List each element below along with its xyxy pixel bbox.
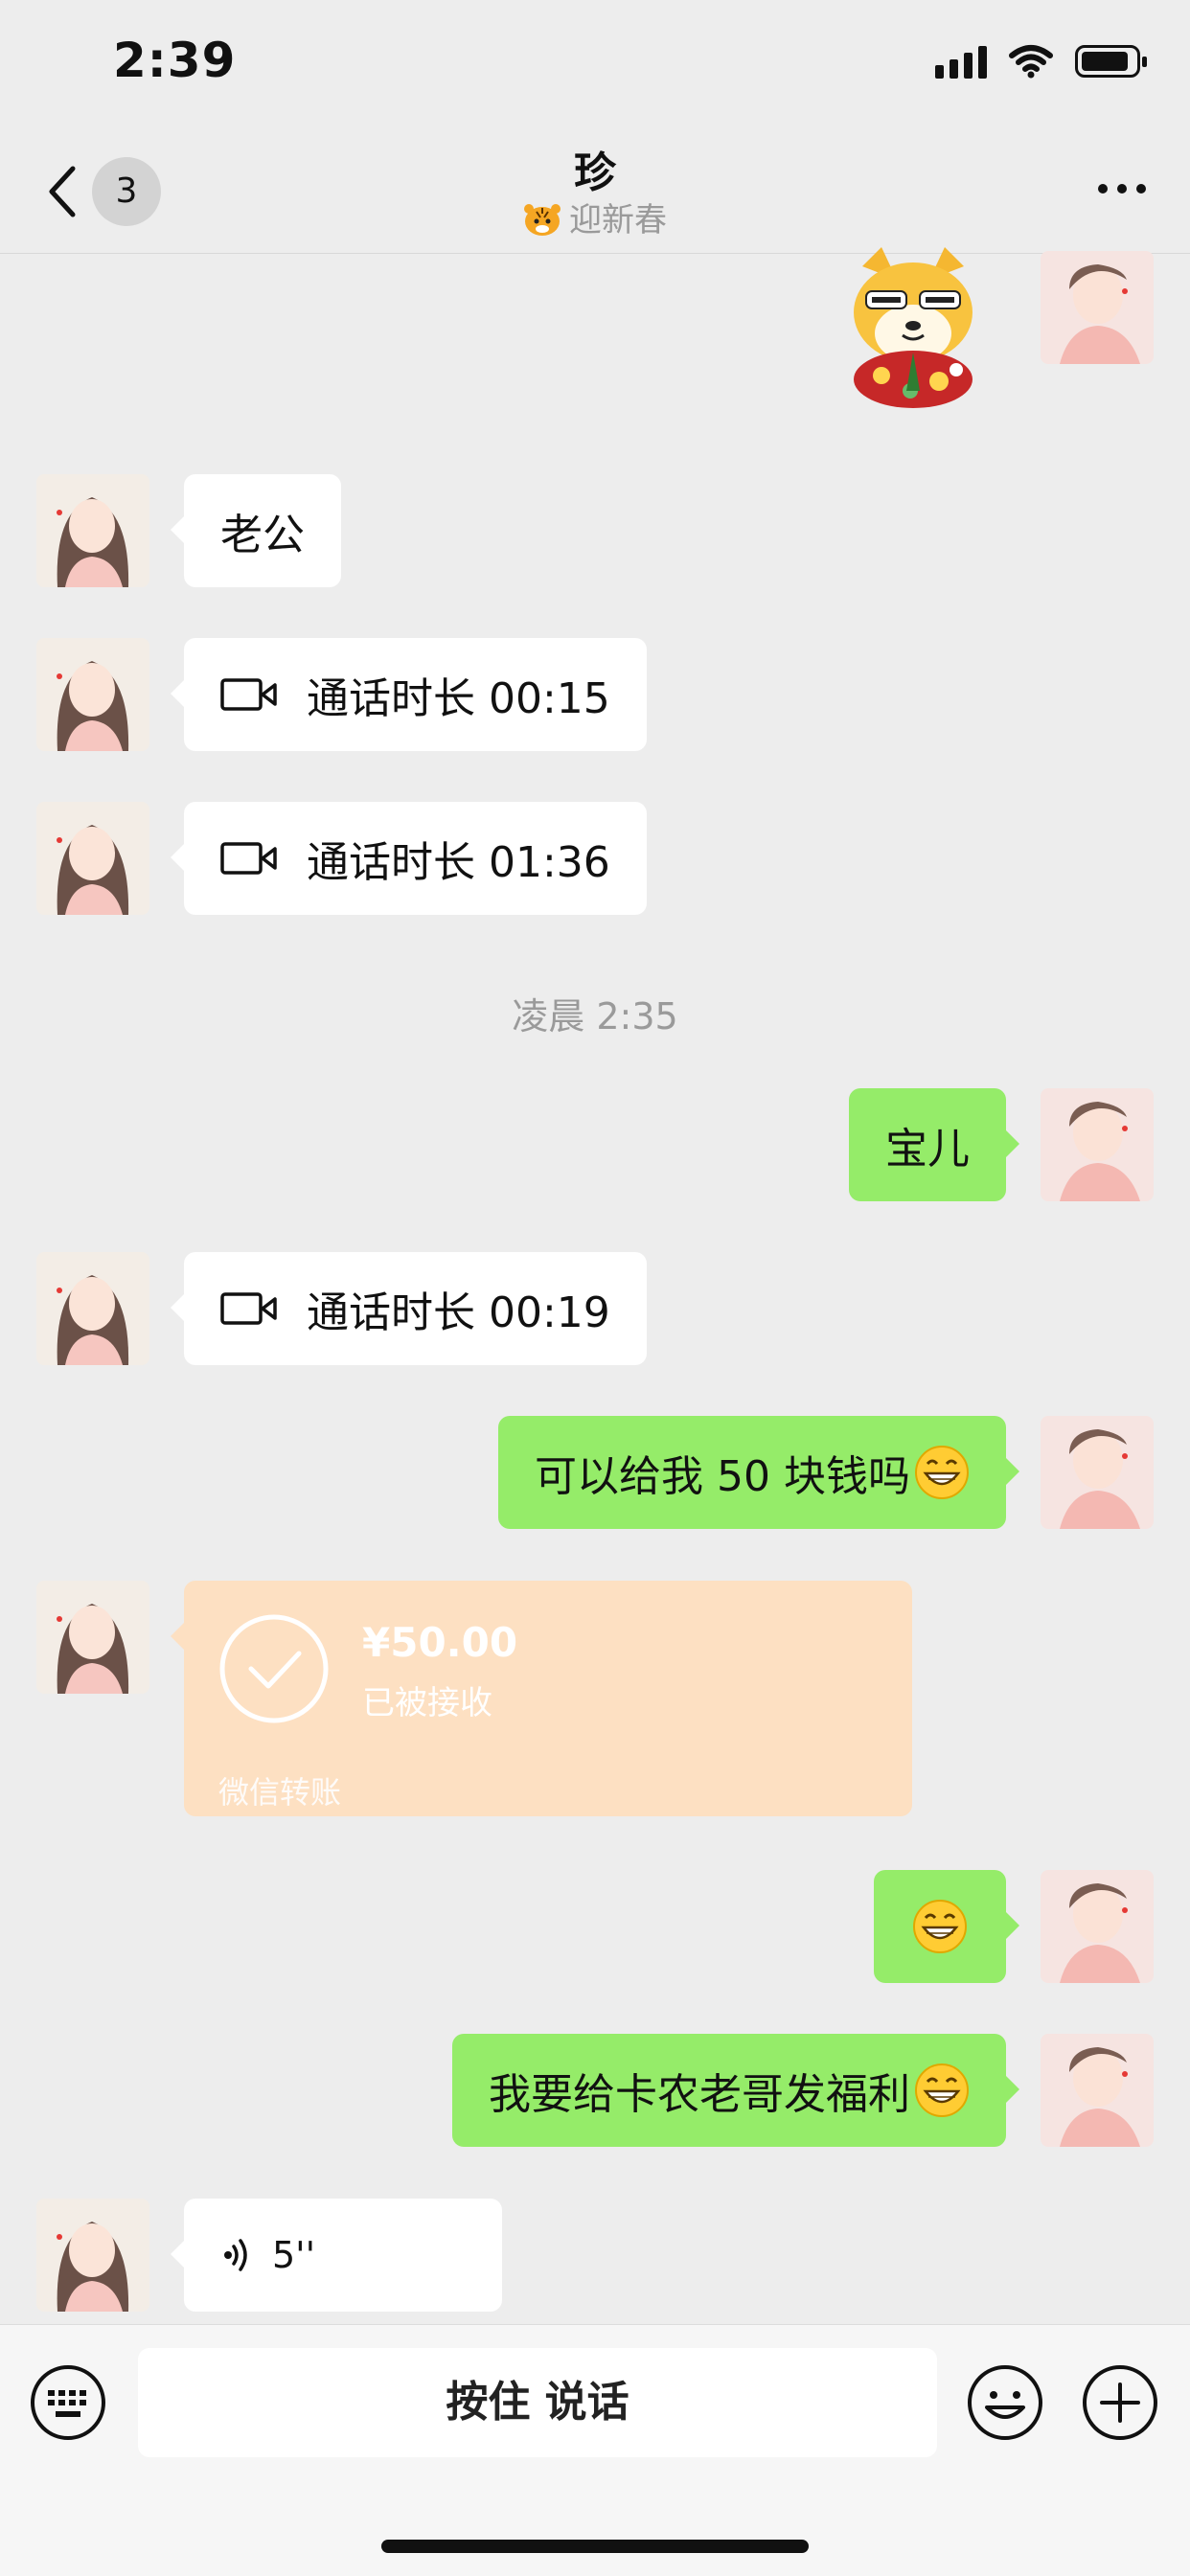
grin-emoji-icon bbox=[915, 2063, 969, 2117]
message-text: 我要给卡农老哥发福利 bbox=[489, 2070, 910, 2119]
message-bubble-outgoing[interactable]: 可以给我 50 块钱吗 bbox=[498, 1416, 1019, 1529]
my-avatar[interactable] bbox=[1041, 251, 1154, 364]
video-call-record[interactable]: 通话时长 01:36 bbox=[171, 802, 647, 915]
contact-avatar[interactable] bbox=[36, 1581, 149, 1694]
subtitle-text: 迎新春 bbox=[569, 201, 667, 239]
my-avatar[interactable] bbox=[1041, 2034, 1154, 2147]
chat-title: 珍 bbox=[574, 148, 616, 197]
chat-subtitle: 迎新春 bbox=[0, 194, 1190, 240]
my-avatar[interactable] bbox=[1041, 1870, 1154, 1983]
home-indicator bbox=[381, 2540, 809, 2553]
message-bubble-outgoing[interactable]: 我要给卡农老哥发福利 bbox=[452, 2034, 1019, 2147]
signal-icon bbox=[935, 44, 987, 79]
grin-emoji-icon bbox=[913, 1900, 967, 1953]
message-text: 宝儿 bbox=[885, 1125, 970, 1174]
status-time: 2:39 bbox=[113, 33, 237, 88]
transfer-card[interactable]: ¥50.00 已被接收 微信转账 bbox=[171, 1581, 912, 1816]
contact-avatar[interactable] bbox=[36, 2199, 149, 2312]
contact-avatar[interactable] bbox=[36, 802, 149, 915]
battery-icon bbox=[1075, 45, 1147, 78]
message-bubble-outgoing[interactable]: 宝儿 bbox=[849, 1088, 1019, 1201]
keyboard-icon[interactable] bbox=[29, 2363, 107, 2442]
wifi-icon bbox=[1009, 45, 1053, 79]
message-bubble-incoming[interactable]: 老公 bbox=[171, 474, 341, 587]
video-call-record[interactable]: 通话时长 00:19 bbox=[171, 1252, 647, 1365]
video-call-icon bbox=[220, 842, 277, 875]
status-icons bbox=[935, 44, 1147, 79]
transfer-amount: ¥50.00 bbox=[362, 1619, 518, 1666]
status-bar: 2:39 bbox=[0, 0, 1190, 134]
tiger-icon bbox=[524, 204, 561, 236]
voice-message[interactable]: 5'' bbox=[171, 2199, 502, 2312]
emoji-icon[interactable] bbox=[966, 2363, 1044, 2442]
dog-sticker[interactable] bbox=[843, 247, 983, 410]
my-avatar[interactable] bbox=[1041, 1088, 1154, 1201]
more-icon[interactable] bbox=[1098, 184, 1146, 194]
contact-avatar[interactable] bbox=[36, 1252, 149, 1365]
my-avatar[interactable] bbox=[1041, 1416, 1154, 1529]
transfer-label: 微信转账 bbox=[218, 1774, 342, 1811]
hold-to-talk-button[interactable]: 按住 说话 bbox=[138, 2348, 937, 2457]
call-duration-text: 通话时长 01:36 bbox=[307, 838, 610, 887]
message-text: 可以给我 50 块钱吗 bbox=[535, 1452, 910, 1501]
contact-avatar[interactable] bbox=[36, 638, 149, 751]
call-duration-text: 通话时长 00:19 bbox=[307, 1288, 610, 1337]
message-text: 老公 bbox=[220, 511, 305, 559]
contact-avatar[interactable] bbox=[36, 474, 149, 587]
video-call-icon bbox=[220, 1292, 277, 1325]
message-bubble-outgoing[interactable] bbox=[874, 1870, 1019, 1983]
voice-duration: 5'' bbox=[272, 2234, 316, 2276]
grin-emoji-icon bbox=[915, 1446, 969, 1499]
plus-icon[interactable] bbox=[1081, 2363, 1159, 2442]
voice-icon bbox=[224, 2239, 247, 2271]
transfer-status: 已被接收 bbox=[362, 1684, 492, 1722]
chat-header: 3 珍 迎新春 bbox=[0, 134, 1190, 254]
check-icon bbox=[219, 1614, 329, 1723]
input-bar: 按住 说话 bbox=[0, 2324, 1190, 2576]
video-call-icon bbox=[220, 678, 277, 711]
video-call-record[interactable]: 通话时长 00:15 bbox=[171, 638, 647, 751]
call-duration-text: 通话时长 00:15 bbox=[307, 674, 610, 723]
time-divider: 凌晨 2:35 bbox=[512, 995, 678, 1037]
